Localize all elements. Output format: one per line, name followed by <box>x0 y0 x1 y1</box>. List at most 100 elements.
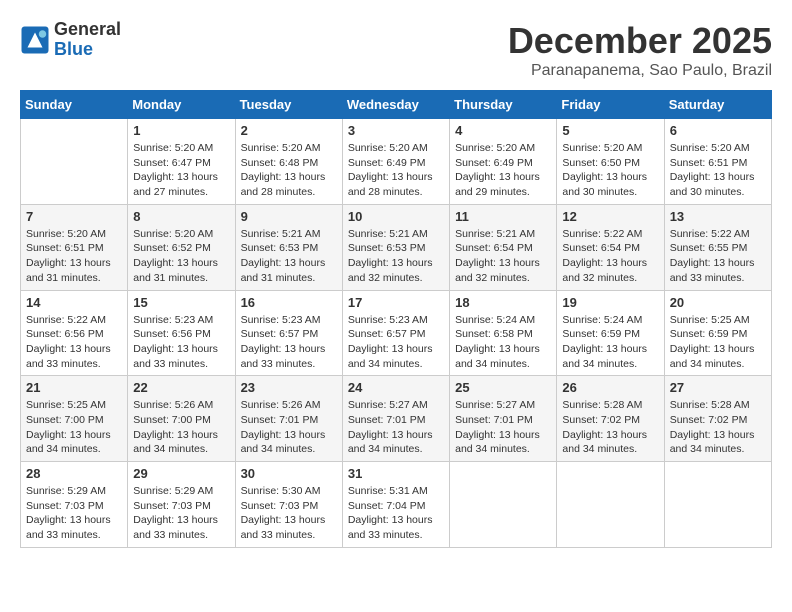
day-number: 22 <box>133 380 229 395</box>
day-number: 4 <box>455 123 551 138</box>
month-title: December 2025 <box>508 20 772 62</box>
calendar-cell: 28 Sunrise: 5:29 AM Sunset: 7:03 PM Dayli… <box>21 462 128 548</box>
day-header-monday: Monday <box>128 91 235 119</box>
day-number: 13 <box>670 209 766 224</box>
logo-blue-text: Blue <box>54 40 121 60</box>
day-detail: Sunrise: 5:20 AM Sunset: 6:51 PM Dayligh… <box>26 227 122 286</box>
calendar-cell: 19Sunrise: 5:24 AM Sunset: 6:59 PM Dayli… <box>557 290 664 376</box>
day-detail: Sunrise: 5:20 AM Sunset: 6:50 PM Dayligh… <box>562 141 658 200</box>
day-detail: Sunrise: 5:29 AM Sunset: 7:03 PM Dayligh… <box>26 484 122 543</box>
day-number: 31 <box>348 466 444 481</box>
day-number: 21 <box>26 380 122 395</box>
calendar-week-row: 14Sunrise: 5:22 AM Sunset: 6:56 PM Dayli… <box>21 290 772 376</box>
calendar-cell: 14Sunrise: 5:22 AM Sunset: 6:56 PM Dayli… <box>21 290 128 376</box>
calendar-cell: 11 Sunrise: 5:21 AM Sunset: 6:54 PM Dayli… <box>450 204 557 290</box>
day-header-thursday: Thursday <box>450 91 557 119</box>
day-number: 25 <box>455 380 551 395</box>
day-detail: Sunrise: 5:28 AM Sunset: 7:02 PM Dayligh… <box>670 398 766 457</box>
day-detail: Sunrise: 5:21 AM Sunset: 6:53 PM Dayligh… <box>348 227 444 286</box>
location-text: Paranapanema, Sao Paulo, Brazil <box>508 62 772 80</box>
calendar-cell: 26 Sunrise: 5:28 AM Sunset: 7:02 PM Dayli… <box>557 376 664 462</box>
day-detail: Sunrise: 5:22 AM Sunset: 6:56 PM Dayligh… <box>26 313 122 372</box>
calendar-cell: 3 Sunrise: 5:20 AM Sunset: 6:49 PM Daylig… <box>342 119 449 205</box>
calendar-cell: 18Sunrise: 5:24 AM Sunset: 6:58 PM Dayli… <box>450 290 557 376</box>
logo-general-text: General <box>54 20 121 40</box>
calendar-table: SundayMondayTuesdayWednesdayThursdayFrid… <box>20 90 772 548</box>
day-number: 28 <box>26 466 122 481</box>
day-detail: Sunrise: 5:26 AM Sunset: 7:01 PM Dayligh… <box>241 398 337 457</box>
calendar-cell: 1Sunrise: 5:20 AM Sunset: 6:47 PM Daylig… <box>128 119 235 205</box>
calendar-cell <box>664 462 771 548</box>
day-number: 12 <box>562 209 658 224</box>
day-number: 10 <box>348 209 444 224</box>
day-number: 19 <box>562 295 658 310</box>
day-number: 7 <box>26 209 122 224</box>
calendar-cell: 25Sunrise: 5:27 AM Sunset: 7:01 PM Dayli… <box>450 376 557 462</box>
day-number: 3 <box>348 123 444 138</box>
day-detail: Sunrise: 5:29 AM Sunset: 7:03 PM Dayligh… <box>133 484 229 543</box>
calendar-cell: 9 Sunrise: 5:21 AM Sunset: 6:53 PM Daylig… <box>235 204 342 290</box>
calendar-body: 1Sunrise: 5:20 AM Sunset: 6:47 PM Daylig… <box>21 119 772 548</box>
day-header-sunday: Sunday <box>21 91 128 119</box>
calendar-cell: 10 Sunrise: 5:21 AM Sunset: 6:53 PM Dayli… <box>342 204 449 290</box>
day-detail: Sunrise: 5:25 AM Sunset: 7:00 PM Dayligh… <box>26 398 122 457</box>
day-header-wednesday: Wednesday <box>342 91 449 119</box>
calendar-cell: 4 Sunrise: 5:20 AM Sunset: 6:49 PM Daylig… <box>450 119 557 205</box>
calendar-cell: 30 Sunrise: 5:30 AM Sunset: 7:03 PM Dayli… <box>235 462 342 548</box>
day-number: 27 <box>670 380 766 395</box>
calendar-cell: 12 Sunrise: 5:22 AM Sunset: 6:54 PM Dayli… <box>557 204 664 290</box>
calendar-header-row: SundayMondayTuesdayWednesdayThursdayFrid… <box>21 91 772 119</box>
calendar-cell: 27 Sunrise: 5:28 AM Sunset: 7:02 PM Dayli… <box>664 376 771 462</box>
calendar-cell: 15 Sunrise: 5:23 AM Sunset: 6:56 PM Dayli… <box>128 290 235 376</box>
day-detail: Sunrise: 5:24 AM Sunset: 6:58 PM Dayligh… <box>455 313 551 372</box>
day-number: 6 <box>670 123 766 138</box>
calendar-cell <box>21 119 128 205</box>
day-detail: Sunrise: 5:23 AM Sunset: 6:57 PM Dayligh… <box>348 313 444 372</box>
day-detail: Sunrise: 5:20 AM Sunset: 6:49 PM Dayligh… <box>348 141 444 200</box>
day-detail: Sunrise: 5:21 AM Sunset: 6:54 PM Dayligh… <box>455 227 551 286</box>
day-number: 11 <box>455 209 551 224</box>
calendar-week-row: 21 Sunrise: 5:25 AM Sunset: 7:00 PM Dayli… <box>21 376 772 462</box>
day-detail: Sunrise: 5:26 AM Sunset: 7:00 PM Dayligh… <box>133 398 229 457</box>
day-detail: Sunrise: 5:27 AM Sunset: 7:01 PM Dayligh… <box>348 398 444 457</box>
day-detail: Sunrise: 5:20 AM Sunset: 6:52 PM Dayligh… <box>133 227 229 286</box>
calendar-week-row: 28 Sunrise: 5:29 AM Sunset: 7:03 PM Dayli… <box>21 462 772 548</box>
day-detail: Sunrise: 5:31 AM Sunset: 7:04 PM Dayligh… <box>348 484 444 543</box>
calendar-cell: 8 Sunrise: 5:20 AM Sunset: 6:52 PM Daylig… <box>128 204 235 290</box>
day-detail: Sunrise: 5:30 AM Sunset: 7:03 PM Dayligh… <box>241 484 337 543</box>
logo-icon <box>20 25 50 55</box>
day-number: 29 <box>133 466 229 481</box>
calendar-cell: 29 Sunrise: 5:29 AM Sunset: 7:03 PM Dayli… <box>128 462 235 548</box>
logo: General Blue <box>20 20 121 60</box>
title-block: December 2025 Paranapanema, Sao Paulo, B… <box>508 20 772 80</box>
calendar-cell: 6Sunrise: 5:20 AM Sunset: 6:51 PM Daylig… <box>664 119 771 205</box>
day-header-tuesday: Tuesday <box>235 91 342 119</box>
day-detail: Sunrise: 5:28 AM Sunset: 7:02 PM Dayligh… <box>562 398 658 457</box>
day-header-saturday: Saturday <box>664 91 771 119</box>
day-header-friday: Friday <box>557 91 664 119</box>
calendar-cell: 23 Sunrise: 5:26 AM Sunset: 7:01 PM Dayli… <box>235 376 342 462</box>
day-detail: Sunrise: 5:23 AM Sunset: 6:56 PM Dayligh… <box>133 313 229 372</box>
day-number: 23 <box>241 380 337 395</box>
day-number: 9 <box>241 209 337 224</box>
calendar-cell: 2Sunrise: 5:20 AM Sunset: 6:48 PM Daylig… <box>235 119 342 205</box>
calendar-cell: 20Sunrise: 5:25 AM Sunset: 6:59 PM Dayli… <box>664 290 771 376</box>
calendar-cell: 24Sunrise: 5:27 AM Sunset: 7:01 PM Dayli… <box>342 376 449 462</box>
day-number: 15 <box>133 295 229 310</box>
day-number: 30 <box>241 466 337 481</box>
day-number: 8 <box>133 209 229 224</box>
day-number: 26 <box>562 380 658 395</box>
calendar-cell <box>450 462 557 548</box>
day-number: 5 <box>562 123 658 138</box>
day-detail: Sunrise: 5:22 AM Sunset: 6:54 PM Dayligh… <box>562 227 658 286</box>
logo-text: General Blue <box>54 20 121 60</box>
day-detail: Sunrise: 5:20 AM Sunset: 6:49 PM Dayligh… <box>455 141 551 200</box>
day-detail: Sunrise: 5:25 AM Sunset: 6:59 PM Dayligh… <box>670 313 766 372</box>
calendar-cell: 5 Sunrise: 5:20 AM Sunset: 6:50 PM Daylig… <box>557 119 664 205</box>
day-detail: Sunrise: 5:21 AM Sunset: 6:53 PM Dayligh… <box>241 227 337 286</box>
day-number: 1 <box>133 123 229 138</box>
calendar-cell: 13Sunrise: 5:22 AM Sunset: 6:55 PM Dayli… <box>664 204 771 290</box>
calendar-cell: 7 Sunrise: 5:20 AM Sunset: 6:51 PM Daylig… <box>21 204 128 290</box>
calendar-cell <box>557 462 664 548</box>
day-number: 2 <box>241 123 337 138</box>
